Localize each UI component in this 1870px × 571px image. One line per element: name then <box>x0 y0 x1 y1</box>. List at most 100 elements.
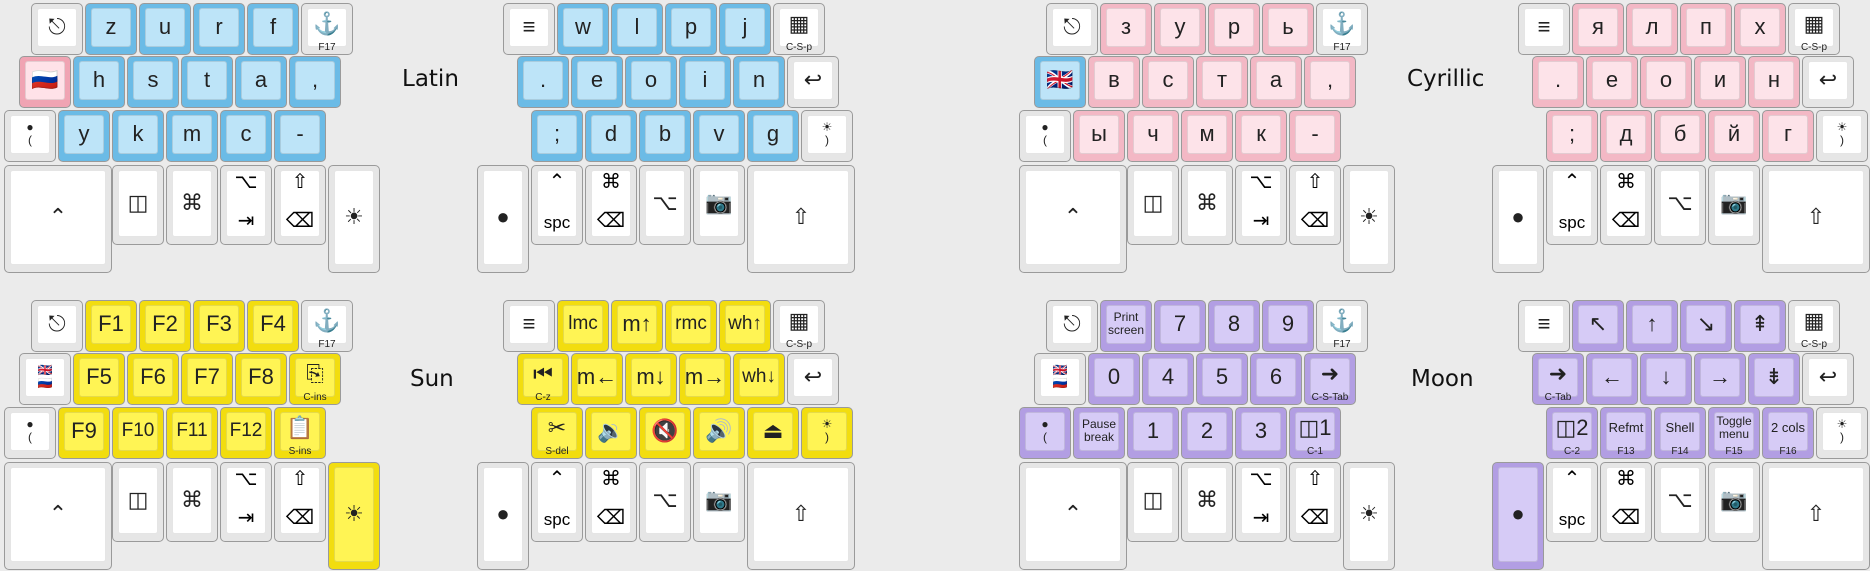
key-label: д <box>1619 121 1633 147</box>
key-latin-46: 📷 <box>693 165 745 245</box>
key-moon-11: ➜ C-S-Tab <box>1304 353 1356 405</box>
key-label: b <box>658 121 672 147</box>
key-tap-label: ⌘ <box>1616 171 1636 193</box>
key-moon-13: Pause break <box>1073 407 1125 459</box>
key-sun-7: F5 <box>73 353 125 405</box>
key-sublabel: C-S-p <box>1800 42 1828 53</box>
key-sublabel: F13 <box>1617 446 1635 457</box>
key-cyrillic-28: х <box>1734 3 1786 55</box>
key-sublabel: C-2 <box>1563 446 1581 457</box>
key-hold-label: ⌫ <box>1300 210 1330 232</box>
key-hold-label: ⌫ <box>596 507 626 529</box>
key-sun-19: ◫ <box>112 462 164 542</box>
key-label: ⌥ <box>652 487 678 513</box>
key-label: я <box>1592 14 1604 40</box>
key-sublabel: F16 <box>1779 446 1797 457</box>
key-label: ⇧ <box>1806 501 1826 527</box>
key-cyrillic-6: 🇬🇧 <box>1034 56 1086 108</box>
key-latin-47: ⇧ <box>747 165 855 273</box>
key-tap-label: ⌥ <box>234 171 258 193</box>
layer-title-moon: Moon <box>1411 366 1474 392</box>
key-label: r <box>215 14 223 40</box>
key-moon-24: ≡ <box>1518 300 1570 352</box>
key-moon-26: ↑ <box>1626 300 1678 352</box>
key-label: ☀ <box>1359 501 1379 527</box>
key-label: → <box>1709 364 1731 390</box>
key-latin-13: y <box>58 110 110 162</box>
key-tap-label: ⌃ <box>1563 171 1581 193</box>
key-sun-34: wh↓ <box>733 353 785 405</box>
key-sun-21: ⌥ ⇥ <box>220 462 272 542</box>
key-sun-25: lmc <box>557 300 609 352</box>
key-moon-40: 2 cols F16 <box>1762 407 1814 459</box>
key-latin-28: j <box>719 3 771 55</box>
key-label: ▦ <box>1803 11 1825 37</box>
key-cyrillic-44: ⌘ ⌫ <box>1600 165 1652 245</box>
key-moon-22: ⇧ ⌫ <box>1289 462 1341 542</box>
key-label: 3 <box>1254 418 1268 444</box>
key-sublabel: C-S-p <box>785 339 813 350</box>
key-label: w <box>575 14 591 40</box>
key-cyrillic-41: ☀ ) <box>1816 110 1868 162</box>
key-label: i <box>702 67 708 93</box>
key-moon-3: 8 <box>1208 300 1260 352</box>
key-latin-4: f <box>247 3 299 55</box>
key-label: 🇬🇧 <box>1046 67 1074 93</box>
key-label: 8 <box>1227 311 1241 337</box>
key-label: ь <box>1282 14 1294 40</box>
key-cyrillic-11: , <box>1304 56 1356 108</box>
key-cyrillic-29: ▦ C-S-p <box>1788 3 1840 55</box>
key-sun-22: ⇧ ⌫ <box>274 462 326 542</box>
key-cyrillic-13: ы <box>1073 110 1125 162</box>
key-label: a <box>254 67 268 93</box>
key-latin-42: ● <box>477 165 529 273</box>
key-label: F7 <box>194 364 220 390</box>
key-label: h <box>92 67 106 93</box>
key-label: ⌘ <box>181 487 203 513</box>
key-label: ⏮ <box>533 361 553 387</box>
key-label: ◫ <box>127 487 149 513</box>
key-label: 🇬🇧 🇷🇺 <box>1052 363 1068 390</box>
key-label: o <box>644 67 658 93</box>
key-cyrillic-30: . <box>1532 56 1584 108</box>
key-sun-11: ⎘ C-ins <box>289 353 341 405</box>
key-label: л <box>1645 14 1659 40</box>
key-sun-42: ● <box>477 462 529 570</box>
key-sun-23: ☀ <box>328 462 380 570</box>
key-label: ⌥ <box>652 190 678 216</box>
key-moon-27: ↘ <box>1680 300 1732 352</box>
key-label: ⎋ <box>48 14 66 40</box>
key-label: х <box>1754 14 1766 40</box>
key-cyrillic-26: л <box>1626 3 1678 55</box>
key-latin-16: c <box>220 110 272 162</box>
key-label: ← <box>1601 364 1623 390</box>
key-tap-label: ⇧ <box>1306 171 1324 193</box>
key-latin-1: z <box>85 3 137 55</box>
layer-title-cyrillic: Cyrillic <box>1407 66 1485 92</box>
key-cyrillic-7: в <box>1088 56 1140 108</box>
key-moon-23: ☀ <box>1343 462 1395 570</box>
key-label: m← <box>576 364 618 390</box>
key-label: y <box>78 121 90 147</box>
key-sublabel: S-ins <box>288 446 312 457</box>
key-sun-40: ⏏ <box>747 407 799 459</box>
key-label: и <box>1713 67 1727 93</box>
key-label: ⌥ <box>1667 487 1693 513</box>
key-label: s <box>147 67 159 93</box>
key-sun-35: ↩ <box>787 353 839 405</box>
key-moon-25: ↖ <box>1572 300 1624 352</box>
key-cyrillic-12: ● ( <box>1019 110 1071 162</box>
key-cyrillic-18: ⌃ <box>1019 165 1127 273</box>
key-label: ⇧ <box>1806 204 1826 230</box>
key-label: ⏏ <box>762 418 784 444</box>
key-label: ⌃ <box>1063 204 1083 230</box>
key-sublabel: C-z <box>535 392 551 403</box>
key-latin-10: a <box>235 56 287 108</box>
key-latin-12: ● ( <box>4 110 56 162</box>
key-label: , <box>311 67 319 93</box>
key-label: ↩ <box>803 364 823 390</box>
key-moon-43: ⌃ spc <box>1546 462 1598 542</box>
key-cyrillic-8: с <box>1142 56 1194 108</box>
key-sun-31: m← <box>571 353 623 405</box>
key-sublabel: C-ins <box>303 392 327 403</box>
